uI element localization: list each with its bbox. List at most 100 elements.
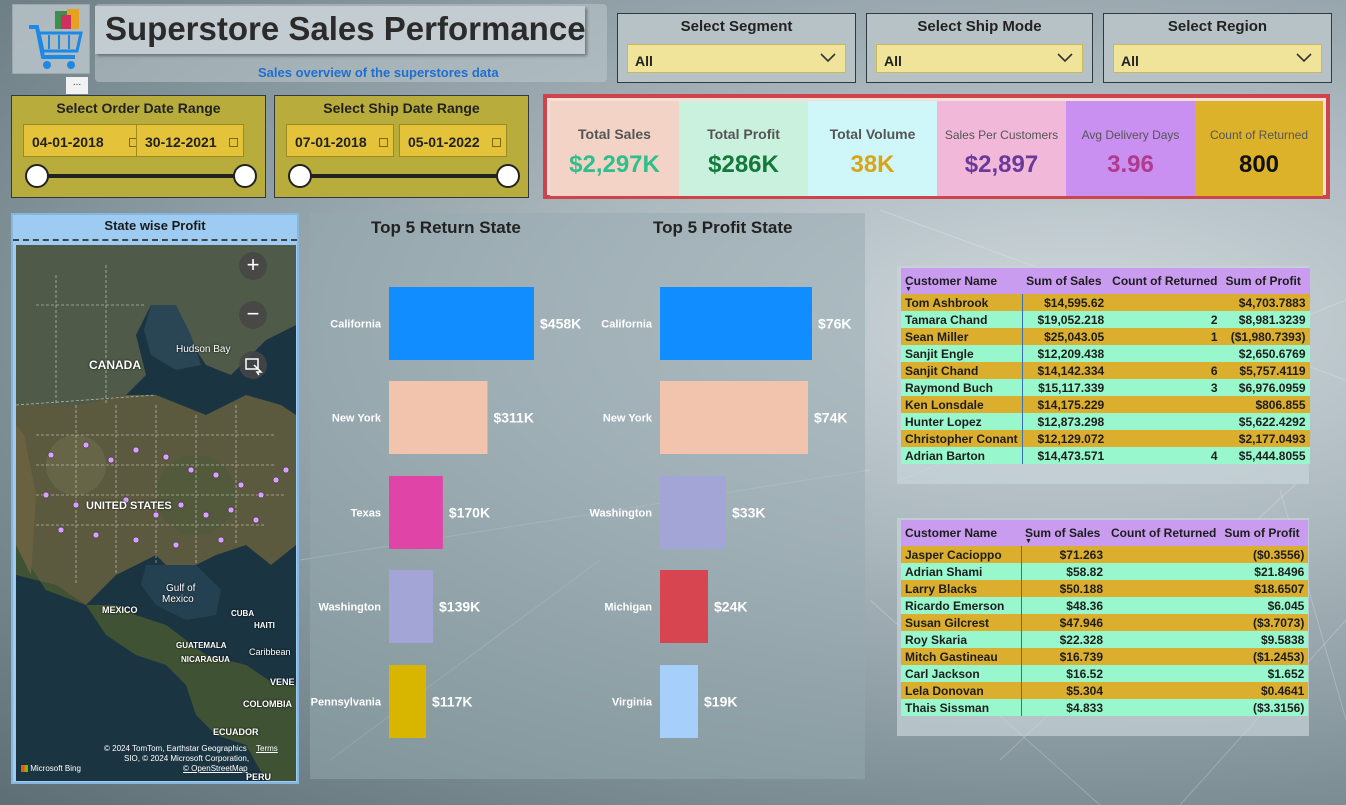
table-row[interactable]: Carl Jackson $16.52 $1.652 [901,665,1309,682]
table-cell: Tamara Chand [901,311,1023,328]
bar-texas[interactable] [389,476,443,549]
table-row[interactable]: Tamara Chand $19,052.218 2 $8,981.3239 [901,311,1310,328]
select-area-button[interactable] [239,351,267,379]
order-date-track [37,174,245,178]
category-label: Washington [318,602,381,614]
chevron-down-icon [1057,53,1073,63]
bar-washington[interactable] [389,570,434,643]
column-header[interactable]: Sum of Profit [1221,268,1310,294]
kpi-label: Sales Per Customers [944,128,1059,142]
ship-date-start-input[interactable]: 07-01-2018 [286,124,394,157]
data-label: $117K [432,694,472,710]
table-row[interactable]: Adrian Shami $58.82 $21.8496 [901,563,1309,580]
map-label-ecuador: ECUADOR [213,727,259,737]
ship-date-start-value: 07-01-2018 [295,134,367,150]
bottom-customers-table: Customer Name Sum of Sales ▼ Count of Retur… [901,520,1309,716]
ship-mode-dropdown[interactable]: All [876,44,1083,73]
bar-virginia[interactable] [660,665,698,738]
table-cell [1107,682,1221,699]
table-header-row: Customer Name Sum of Sales ▼ Count of Retur… [901,520,1309,546]
column-header[interactable]: Count of Returned [1108,268,1222,294]
table-row[interactable]: Adrian Barton $14,473.571 4 $5,444.8055 [901,447,1310,464]
table-cell: $19,052.218 [1022,311,1109,328]
category-label: California [330,319,382,331]
table-row[interactable]: Raymond Buch $15,117.339 3 $6,976.0959 [901,379,1310,396]
zoom-out-button[interactable]: − [239,301,267,329]
table-row[interactable]: Sanjit Engle $12,209.438 $2,650.6769 [901,345,1310,362]
region-dropdown[interactable]: All [1113,44,1322,73]
table-row[interactable]: Susan Gilcrest $47.946 ($3.7073) [901,614,1309,631]
table-row[interactable]: Mitch Gastineau $16.739 ($1.2453) [901,648,1309,665]
bar-california[interactable] [660,287,812,360]
ship-date-start-handle[interactable] [288,164,312,188]
bar-new-york[interactable] [660,381,808,454]
order-date-end-input[interactable]: 30-12-2021 [136,124,244,157]
bar-california[interactable] [389,287,534,360]
table-row[interactable]: Ken Lonsdale $14,175.229 $806.855 [901,396,1310,413]
more-options-button[interactable]: ... [66,77,88,94]
table-cell: Susan Gilcrest [901,614,1022,631]
ship-date-track [300,174,508,178]
bing-logo: Microsoft Bing [21,764,81,773]
column-header[interactable]: Customer Name [901,520,1021,546]
table-cell: $5,757.4119 [1221,362,1310,379]
kpi-label: Count of Returned [1209,128,1309,142]
order-date-start-input[interactable]: 04-01-2018 [23,124,144,157]
table-row[interactable]: Ricardo Emerson $48.36 $6.045 [901,597,1309,614]
bar-washington[interactable] [660,476,726,549]
table-cell: $4,703.7883 [1221,294,1310,311]
kpi-label: Avg Delivery Days [1081,128,1180,142]
calendar-icon [492,138,501,147]
column-header[interactable]: Sum of Profit [1220,520,1309,546]
table-row[interactable]: Jasper Cacioppo $71.263 ($0.3556) [901,546,1309,563]
kpi-count-returned: Count of Returned 800 [1195,101,1323,196]
table-cell [1108,430,1222,447]
table-row[interactable]: Lela Donovan $5.304 $0.4641 [901,682,1309,699]
table-row[interactable]: Larry Blacks $50.188 $18.6507 [901,580,1309,597]
chevron-down-icon [820,53,836,63]
bar-michigan[interactable] [660,570,708,643]
segment-dropdown[interactable]: All [627,44,846,73]
zoom-in-button[interactable]: + [239,252,267,280]
ship-date-end-handle[interactable] [496,164,520,188]
table-cell: Ken Lonsdale [901,396,1023,413]
map-terms-link[interactable]: Terms [256,744,278,753]
bar-new-york[interactable] [389,381,488,454]
column-header[interactable]: Sum of Sales [1022,268,1109,294]
map-label-united-states: UNITED STATES [86,500,172,512]
table-row[interactable]: Sanjit Chand $14,142.334 6 $5,757.4119 [901,362,1310,379]
table-row[interactable]: Christopher Conant $12,129.072 $2,177.0493 [901,430,1310,447]
table-row[interactable]: Roy Skaria $22.328 $9.5838 [901,631,1309,648]
column-header[interactable]: Customer Name ▼ [901,268,1023,294]
order-date-slicer: Select Order Date Range 04-01-2018 30-12… [11,95,266,198]
ship-date-end-input[interactable]: 05-01-2022 [399,124,507,157]
table-row[interactable]: Tom Ashbrook $14,595.62 $4,703.7883 [901,294,1310,311]
region-value: All [1121,53,1139,69]
bar-pennsylvania[interactable] [389,665,427,738]
table-cell: $14,142.334 [1022,362,1109,379]
map-label-canada: CANADA [89,358,141,372]
table-cell: $12,209.438 [1022,345,1109,362]
column-header[interactable]: Sum of Sales ▼ [1021,520,1107,546]
table-cell: Sanjit Chand [901,362,1023,379]
table-row[interactable]: Thais Sissman $4.833 ($3.3156) [901,699,1309,716]
map-osm-link[interactable]: © OpenStreetMap [183,764,248,773]
table-cell: $14,595.62 [1022,294,1109,311]
table-cell: $48.36 [1021,597,1107,614]
satellite-map[interactable]: CANADA Hudson Bay UNITED STATES Gulf of … [16,245,296,781]
table-cell [1107,648,1221,665]
table-row[interactable]: Sean Miller $25,043.05 1 ($1,980.7393) [901,328,1310,345]
top-states-charts: Top 5 Return State Top 5 Profit State Ca… [310,213,865,779]
table-cell: Tom Ashbrook [901,294,1023,311]
table-row[interactable]: Hunter Lopez $12,873.298 $5,622.4292 [901,413,1310,430]
table-cell: ($0.3556) [1220,546,1309,563]
table-cell: Thais Sissman [901,699,1022,716]
table-cell: $2,177.0493 [1221,430,1310,447]
category-label: Texas [351,508,381,520]
column-header[interactable]: Count of Returned [1107,520,1221,546]
microsoft-logo-icon [21,765,28,773]
table-cell: Adrian Barton [901,447,1023,464]
order-date-end-handle[interactable] [233,164,257,188]
table-cell [1107,580,1221,597]
order-date-start-handle[interactable] [25,164,49,188]
